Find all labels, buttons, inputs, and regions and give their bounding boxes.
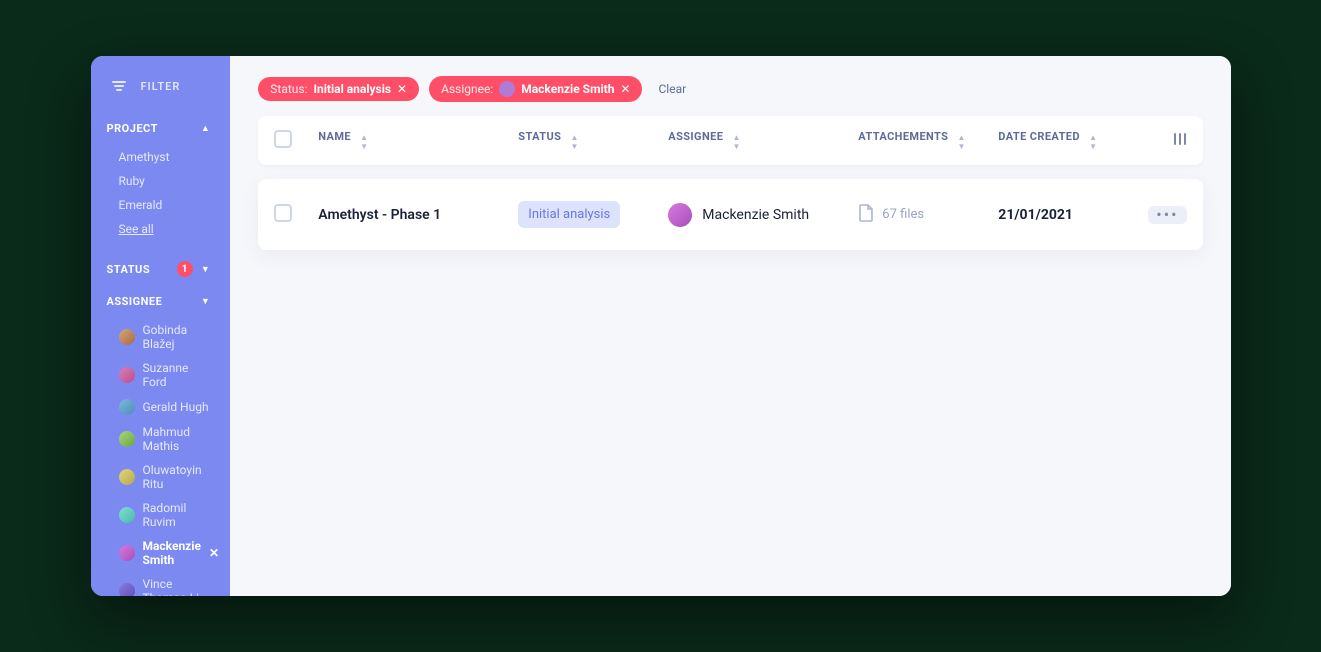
avatar [119, 367, 135, 383]
chip-key: Assignee: [441, 82, 493, 96]
status-badge: 1 [177, 261, 193, 277]
close-icon[interactable]: ✕ [620, 82, 630, 96]
project-item-label: Amethyst [119, 150, 170, 164]
section-project-header[interactable]: PROJECT ▲ [91, 112, 231, 143]
assignee-item[interactable]: Gerald Hugh [91, 394, 231, 420]
column-header-actions [1148, 132, 1186, 150]
section-title: ASSIGNEE [107, 295, 163, 308]
sort-icon: ▲▼ [732, 134, 740, 151]
header-label: NAME [318, 130, 351, 143]
row-date-created: 21/01/2021 [998, 207, 1148, 223]
assignee-name: Radomil Ruvim [143, 501, 211, 529]
filter-header: FILTER [91, 78, 231, 112]
filter-sidebar: FILTER PROJECT ▲ Amethyst Ruby Emerald S… [91, 56, 231, 596]
row-checkbox[interactable] [274, 204, 292, 222]
filter-label: FILTER [141, 80, 181, 93]
header-label: ASSIGNEE [668, 130, 723, 143]
chevron-down-icon: ▼ [201, 296, 210, 307]
select-all-cell [274, 130, 318, 151]
project-see-all[interactable]: See all [91, 217, 231, 241]
sort-icon: ▲▼ [570, 134, 578, 151]
section-assignee-header[interactable]: ASSIGNEE ▼ [91, 285, 231, 316]
row-attachments[interactable]: 67 files [858, 204, 998, 226]
filter-chip-status[interactable]: Status: Initial analysis ✕ [258, 77, 419, 101]
chevron-down-icon: ▼ [201, 264, 210, 275]
column-header-attachments[interactable]: ATTACHEMENTS ▲▼ [858, 130, 998, 151]
assignee-name: Gobinda Blažej [143, 323, 211, 351]
table-header-row: NAME ▲▼ STATUS ▲▼ ASSIGNEE ▲▼ ATTACHEMEN… [258, 116, 1202, 165]
chevron-up-icon: ▲ [201, 123, 210, 134]
assignee-name: Mahmud Mathis [143, 425, 211, 453]
main-content: Status: Initial analysis ✕ Assignee: Mac… [230, 56, 1230, 596]
assignee-name: Suzanne Ford [143, 361, 211, 389]
section-title: PROJECT [107, 122, 158, 135]
assignee-items: Gobinda Blažej Suzanne Ford Gerald Hugh … [91, 316, 231, 596]
filter-icon [111, 78, 127, 94]
row-assignee: Mackenzie Smith [668, 203, 858, 227]
select-all-checkbox[interactable] [274, 130, 292, 148]
project-item-label: Ruby [119, 174, 145, 188]
more-actions-button[interactable]: ••• [1148, 206, 1186, 224]
avatar [119, 583, 135, 596]
project-item[interactable]: Emerald [91, 193, 231, 217]
header-label: STATUS [518, 130, 561, 143]
section-title: STATUS [107, 263, 151, 276]
file-icon [858, 204, 874, 226]
column-header-assignee[interactable]: ASSIGNEE ▲▼ [668, 130, 858, 151]
attachment-count: 67 files [882, 207, 924, 222]
avatar [119, 399, 135, 415]
sort-icon: ▲▼ [958, 134, 966, 151]
assignee-item[interactable]: Oluwatoyin Ritu [91, 458, 231, 496]
assignee-item-selected[interactable]: Mackenzie Smith ✕ [91, 534, 231, 572]
column-header-status[interactable]: STATUS ▲▼ [518, 130, 668, 151]
project-item-label: Emerald [119, 198, 163, 212]
header-label: ATTACHEMENTS [858, 130, 948, 143]
avatar [668, 203, 692, 227]
row-status: Initial analysis [518, 201, 668, 228]
avatar [119, 545, 135, 561]
assignee-item[interactable]: Radomil Ruvim [91, 496, 231, 534]
assignee-item[interactable]: Suzanne Ford [91, 356, 231, 394]
table-row[interactable]: Amethyst - Phase 1 Initial analysis Mack… [258, 179, 1202, 250]
avatar [119, 507, 135, 523]
sort-icon: ▲▼ [360, 134, 368, 151]
clear-filters-button[interactable]: Clear [658, 82, 686, 96]
project-item[interactable]: Ruby [91, 169, 231, 193]
chip-value: Mackenzie Smith [521, 82, 614, 96]
assignee-item[interactable]: Vince Thomas-Li [91, 572, 231, 596]
status-pill: Initial analysis [518, 201, 620, 228]
avatar [119, 329, 135, 345]
section-status-header[interactable]: STATUS 1 ▼ [91, 251, 231, 285]
assignee-name: Gerald Hugh [143, 400, 209, 414]
avatar [119, 431, 135, 447]
assignee-name: Vince Thomas-Li [143, 577, 211, 596]
header-label: DATE CREATED [998, 130, 1080, 143]
project-items: Amethyst Ruby Emerald See all [91, 143, 231, 251]
chip-value: Initial analysis [314, 82, 392, 96]
column-header-name[interactable]: NAME ▲▼ [318, 130, 518, 151]
avatar [499, 81, 515, 97]
row-name: Amethyst - Phase 1 [318, 207, 518, 223]
sort-icon: ▲▼ [1089, 134, 1097, 151]
row-select-cell [274, 204, 318, 226]
see-all-label: See all [119, 222, 154, 236]
filter-chip-assignee[interactable]: Assignee: Mackenzie Smith ✕ [429, 76, 642, 102]
assignee-name: Mackenzie Smith [143, 539, 201, 567]
data-table: NAME ▲▼ STATUS ▲▼ ASSIGNEE ▲▼ ATTACHEMEN… [230, 116, 1230, 250]
avatar [119, 469, 135, 485]
close-icon[interactable]: ✕ [397, 82, 407, 96]
assignee-name: Mackenzie Smith [702, 207, 809, 223]
column-header-date-created[interactable]: DATE CREATED ▲▼ [998, 130, 1148, 151]
row-actions: ••• [1148, 206, 1186, 224]
assignee-item[interactable]: Mahmud Mathis [91, 420, 231, 458]
chip-key: Status: [270, 82, 307, 96]
app-window: FILTER PROJECT ▲ Amethyst Ruby Emerald S… [91, 56, 1231, 596]
assignee-name: Oluwatoyin Ritu [143, 463, 211, 491]
assignee-item[interactable]: Gobinda Blažej [91, 318, 231, 356]
active-filter-bar: Status: Initial analysis ✕ Assignee: Mac… [230, 56, 1230, 116]
close-icon[interactable]: ✕ [209, 546, 219, 560]
columns-icon[interactable] [1173, 134, 1187, 150]
project-item[interactable]: Amethyst [91, 145, 231, 169]
